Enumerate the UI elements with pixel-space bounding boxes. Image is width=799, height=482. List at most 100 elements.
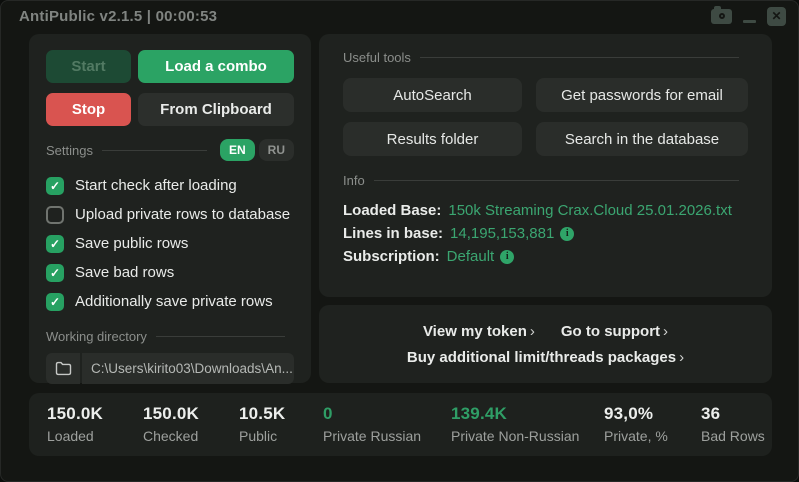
loaded-base-value: 150k Streaming Crax.Cloud 25.01.2026.txt: [448, 202, 732, 219]
subscription-value: Default: [447, 248, 495, 265]
window-title: AntiPublic v2.1.5 | 00:00:53: [19, 8, 217, 25]
from-clipboard-button[interactable]: From Clipboard: [138, 93, 294, 126]
window-controls: ✕: [711, 1, 786, 31]
stat-label: Public: [239, 428, 323, 444]
checkbox-label: Save public rows: [75, 235, 188, 252]
load-combo-button[interactable]: Load a combo: [138, 50, 294, 83]
camera-lens-icon: [719, 13, 725, 19]
lines-in-base-row: Lines in base: 14,195,153,881 i: [343, 222, 748, 245]
stat-value: 36: [701, 404, 772, 424]
subscription-label: Subscription:: [343, 248, 440, 265]
language-ru-button[interactable]: RU: [259, 139, 294, 161]
folder-icon: [55, 361, 72, 376]
stats-bar: 150.0K Loaded 150.0K Checked 10.5K Publi…: [29, 393, 772, 456]
screenshot-camera-icon[interactable]: [711, 9, 732, 24]
chevron-right-icon: ›: [663, 323, 668, 340]
chevron-right-icon: ›: [679, 349, 684, 366]
checkbox-icon[interactable]: [46, 177, 64, 195]
divider-line: [374, 180, 739, 181]
useful-tools-grid: AutoSearch Get passwords for email Resul…: [343, 78, 748, 156]
stat-label: Checked: [143, 428, 239, 444]
stat-private-percent: 93,0% Private, %: [604, 404, 701, 456]
divider-line: [156, 336, 285, 337]
checkbox-icon[interactable]: [46, 206, 64, 224]
checkbox-label: Save bad rows: [75, 264, 174, 281]
settings-header: Settings EN RU: [46, 139, 294, 161]
working-directory-label: Working directory: [46, 329, 147, 344]
view-my-token-text: View my token: [423, 323, 527, 340]
info-icon[interactable]: i: [500, 250, 514, 264]
checkbox-icon[interactable]: [46, 235, 64, 253]
checkbox-start-check-after-loading[interactable]: Start check after loading: [46, 171, 294, 200]
stat-label: Private, %: [604, 428, 701, 444]
stat-label: Private Russian: [323, 428, 451, 444]
links-row-top: View my token› Go to support›: [423, 323, 668, 340]
checkbox-icon[interactable]: [46, 264, 64, 282]
stat-bad-rows: 36 Bad Rows: [701, 404, 772, 456]
divider-line: [420, 57, 739, 58]
stat-label: Bad Rows: [701, 428, 772, 444]
run-controls: Start Load a combo Stop From Clipboard: [46, 50, 294, 126]
checkbox-save-public-rows[interactable]: Save public rows: [46, 229, 294, 258]
stop-button[interactable]: Stop: [46, 93, 131, 126]
checkbox-icon[interactable]: [46, 293, 64, 311]
settings-label: Settings: [46, 143, 93, 158]
info-label: Info: [343, 173, 365, 188]
useful-tools-header: Useful tools: [343, 50, 748, 65]
close-button[interactable]: ✕: [767, 7, 786, 26]
search-database-button[interactable]: Search in the database: [536, 122, 748, 156]
checkbox-label: Start check after loading: [75, 177, 237, 194]
stat-value: 139.4K: [451, 404, 604, 424]
stat-checked: 150.0K Checked: [143, 404, 239, 456]
stat-value: 93,0%: [604, 404, 701, 424]
start-button[interactable]: Start: [46, 50, 131, 83]
stat-label: Loaded: [47, 428, 143, 444]
checkbox-upload-private-rows[interactable]: Upload private rows to database: [46, 200, 294, 229]
right-panel: Useful tools AutoSearch Get passwords fo…: [319, 34, 772, 297]
checkbox-label: Additionally save private rows: [75, 293, 273, 310]
stat-private-non-russian: 139.4K Private Non-Russian: [451, 404, 604, 456]
get-passwords-button[interactable]: Get passwords for email: [536, 78, 748, 112]
stat-private-russian: 0 Private Russian: [323, 404, 451, 456]
stat-value: 10.5K: [239, 404, 323, 424]
stat-label: Private Non-Russian: [451, 428, 604, 444]
working-directory-header: Working directory: [46, 329, 294, 344]
working-directory-row: C:\Users\kirito03\Downloads\An...: [46, 353, 294, 384]
stat-value: 0: [323, 404, 451, 424]
browse-folder-button[interactable]: [46, 353, 80, 384]
info-header: Info: [343, 173, 748, 188]
results-folder-button[interactable]: Results folder: [343, 122, 522, 156]
buy-packages-text: Buy additional limit/threads packages: [407, 349, 676, 366]
stat-value: 150.0K: [47, 404, 143, 424]
settings-checkbox-list: Start check after loading Upload private…: [46, 171, 294, 316]
loaded-base-label: Loaded Base:: [343, 202, 441, 219]
loaded-base-row: Loaded Base: 150k Streaming Crax.Cloud 2…: [343, 199, 748, 222]
minimize-button[interactable]: [743, 9, 756, 24]
working-directory-path-field[interactable]: C:\Users\kirito03\Downloads\An...: [82, 353, 294, 384]
checkbox-save-bad-rows[interactable]: Save bad rows: [46, 258, 294, 287]
left-panel: Start Load a combo Stop From Clipboard S…: [29, 34, 311, 383]
language-en-button[interactable]: EN: [220, 139, 255, 161]
lines-in-base-label: Lines in base:: [343, 225, 443, 242]
app-window: AntiPublic v2.1.5 | 00:00:53 ✕ Start Loa…: [0, 0, 799, 482]
stat-public: 10.5K Public: [239, 404, 323, 456]
useful-tools-label: Useful tools: [343, 50, 411, 65]
buy-packages-link[interactable]: Buy additional limit/threads packages›: [407, 349, 684, 366]
stat-value: 150.0K: [143, 404, 239, 424]
links-panel: View my token› Go to support› Buy additi…: [319, 305, 772, 383]
checkbox-additionally-save-private-rows[interactable]: Additionally save private rows: [46, 287, 294, 316]
subscription-row: Subscription: Default i: [343, 245, 748, 268]
autosearch-button[interactable]: AutoSearch: [343, 78, 522, 112]
divider-line: [102, 150, 207, 151]
links-row-bottom: Buy additional limit/threads packages›: [407, 349, 684, 366]
lines-in-base-value: 14,195,153,881: [450, 225, 554, 242]
checkbox-label: Upload private rows to database: [75, 206, 290, 223]
titlebar: AntiPublic v2.1.5 | 00:00:53 ✕: [1, 1, 798, 31]
go-to-support-link[interactable]: Go to support›: [561, 323, 668, 340]
go-to-support-text: Go to support: [561, 323, 660, 340]
info-rows: Loaded Base: 150k Streaming Crax.Cloud 2…: [343, 199, 748, 268]
view-my-token-link[interactable]: View my token›: [423, 323, 535, 340]
chevron-right-icon: ›: [530, 323, 535, 340]
stat-loaded: 150.0K Loaded: [47, 404, 143, 456]
info-icon[interactable]: i: [560, 227, 574, 241]
